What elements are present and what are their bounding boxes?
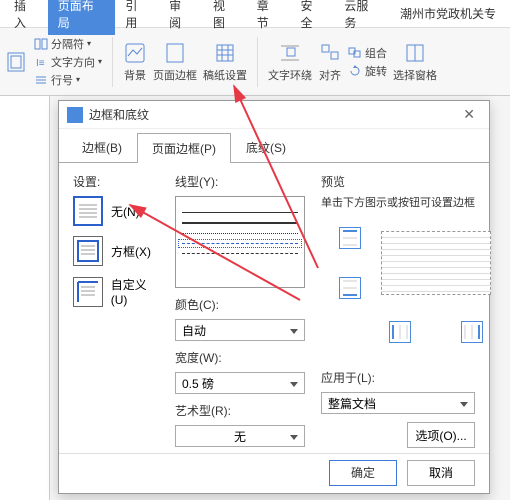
menu-security[interactable]: 安全 — [291, 0, 335, 35]
linestyle-label: 线型(Y): — [175, 173, 309, 190]
document-area — [0, 96, 50, 500]
menu-references[interactable]: 引用 — [115, 0, 159, 35]
tab-border[interactable]: 边框(B) — [67, 132, 137, 162]
color-label: 颜色(C): — [175, 296, 309, 313]
ribbon-textdir[interactable]: I≡文字方向▾ — [34, 54, 102, 70]
width-label: 宽度(W): — [175, 349, 309, 366]
ribbon-selpane[interactable]: 选择窗格 — [393, 41, 437, 83]
preview-label: 预览 — [321, 173, 475, 190]
preview-desc: 单击下方图示或按钮可设置边框 — [321, 196, 475, 211]
separator — [257, 37, 258, 87]
preview-area — [321, 221, 475, 351]
art-dropdown[interactable]: 无 — [175, 425, 305, 447]
ribbon-background[interactable]: 背景 — [123, 41, 147, 83]
color-dropdown[interactable]: 自动 — [175, 319, 305, 341]
close-button[interactable]: ✕ — [457, 104, 481, 125]
ribbon-group[interactable]: 组合 — [348, 45, 387, 61]
settings-label: 设置: — [73, 173, 163, 190]
preview-bottom-btn[interactable] — [339, 277, 361, 299]
setting-box-label: 方框(X) — [111, 243, 151, 260]
setting-none[interactable]: 无(N) — [73, 196, 163, 226]
separator — [112, 37, 113, 87]
ribbon-lineno[interactable]: 行号▾ — [34, 72, 102, 88]
art-label: 艺术型(R): — [175, 402, 309, 419]
preview-right-btn[interactable] — [461, 321, 483, 343]
applyto-label: 应用于(L): — [321, 369, 475, 386]
dialog-icon — [67, 107, 83, 123]
menu-pagelayout[interactable]: 页面布局 — [48, 0, 116, 35]
ribbon-pageborder[interactable]: 页面边框 — [153, 41, 197, 83]
preview-box — [381, 231, 491, 295]
ribbon-rotate[interactable]: 旋转 — [348, 63, 387, 79]
menubar: 插入 页面布局 引用 审阅 视图 章节 安全 云服务 潮州市党政机关专 — [0, 0, 510, 28]
setting-custom[interactable]: 自定义(U) — [73, 276, 163, 307]
dialog-tabs: 边框(B) 页面边框(P) 底纹(S) — [59, 133, 489, 163]
ribbon-manuscript[interactable]: 稿纸设置 — [203, 41, 247, 83]
border-shading-dialog: 边框和底纹 ✕ 边框(B) 页面边框(P) 底纹(S) 设置: 无(N) 方框(… — [58, 100, 490, 494]
setting-box[interactable]: 方框(X) — [73, 236, 163, 266]
setting-custom-label: 自定义(U) — [111, 276, 163, 307]
svg-text:I≡: I≡ — [36, 58, 45, 68]
setting-none-label: 无(N) — [111, 203, 140, 220]
doc-title: 潮州市党政机关专 — [390, 1, 506, 26]
tab-shading[interactable]: 底纹(S) — [231, 132, 301, 162]
linestyle-list[interactable] — [175, 196, 305, 288]
ribbon-wrap[interactable]: 文字环绕 — [268, 41, 312, 83]
width-dropdown[interactable]: 0.5 磅 — [175, 372, 305, 394]
titlebar: 边框和底纹 ✕ — [59, 101, 489, 129]
ok-button[interactable]: 确定 — [329, 460, 397, 486]
dialog-title: 边框和底纹 — [89, 106, 149, 123]
ribbon-align[interactable]: 对齐 — [318, 41, 342, 83]
tab-pageborder[interactable]: 页面边框(P) — [137, 133, 231, 163]
cancel-button[interactable]: 取消 — [407, 460, 475, 486]
options-button[interactable]: 选项(O)... — [407, 422, 475, 448]
menu-section[interactable]: 章节 — [247, 0, 291, 35]
ribbon-breaks[interactable]: 分隔符▾ — [34, 36, 102, 52]
ribbon-margins[interactable] — [4, 50, 28, 74]
ribbon: 分隔符▾ I≡文字方向▾ 行号▾ 背景 页面边框 稿纸设置 文字环绕 对齐 组合… — [0, 28, 510, 96]
menu-review[interactable]: 审阅 — [159, 0, 203, 35]
applyto-dropdown[interactable]: 整篇文档 — [321, 392, 475, 414]
menu-cloud[interactable]: 云服务 — [334, 0, 390, 35]
menu-view[interactable]: 视图 — [203, 0, 247, 35]
menu-insert[interactable]: 插入 — [4, 0, 48, 35]
preview-top-btn[interactable] — [339, 227, 361, 249]
preview-left-btn[interactable] — [389, 321, 411, 343]
